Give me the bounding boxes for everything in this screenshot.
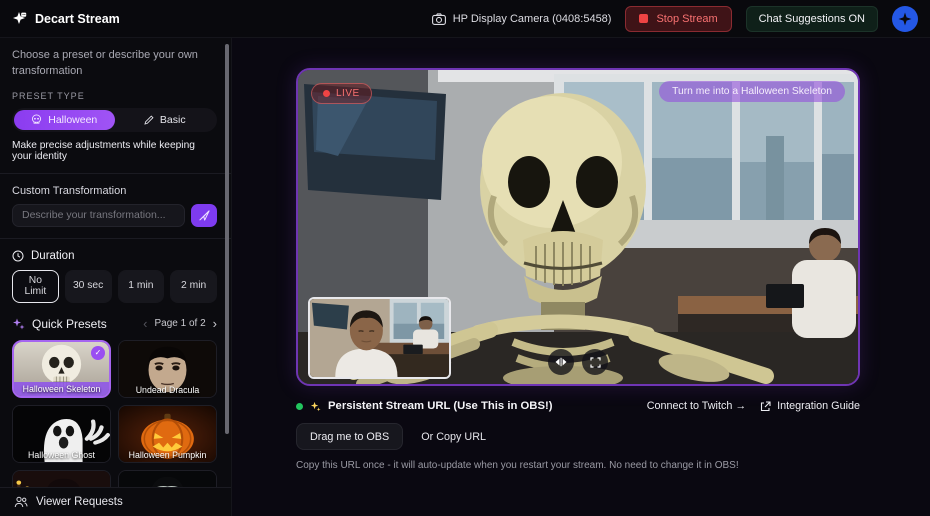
stream-url-section: Persistent Stream URL (Use This in OBS!)… <box>296 400 860 471</box>
live-label: LIVE <box>336 88 360 99</box>
preset-label: Undead Dracula <box>119 383 216 397</box>
live-dot-icon <box>323 90 330 97</box>
halloween-option-label: Halloween <box>48 114 97 126</box>
compare-icon <box>555 357 567 367</box>
divider <box>0 238 231 239</box>
duration-1-min[interactable]: 1 min <box>118 270 165 303</box>
basic-option-label: Basic <box>160 114 186 126</box>
video-player[interactable]: LIVE Turn me into a Halloween Skeleton <box>296 68 860 386</box>
preset-card-halloween-vampire[interactable]: Halloween Vampire <box>12 470 111 487</box>
fullscreen-icon <box>590 357 601 368</box>
stop-icon <box>639 14 648 23</box>
sparkle-icon <box>310 401 321 412</box>
preset-label: Halloween Ghost <box>13 448 110 462</box>
divider <box>0 173 231 174</box>
stream-url-title: Persistent Stream URL (Use This in OBS!) <box>328 400 553 412</box>
pip-video-frame <box>310 299 449 377</box>
top-bar: Decart Stream HP Display Camera (0408:54… <box>0 0 930 38</box>
compare-view-button[interactable] <box>548 349 574 375</box>
duration-no-limit[interactable]: No Limit <box>12 270 59 303</box>
chat-suggestions-label: Chat Suggestions ON <box>759 13 865 25</box>
vampire-thumb <box>13 471 110 487</box>
duration-options: No Limit 30 sec 1 min 2 min <box>12 270 217 303</box>
main-area: LIVE Turn me into a Halloween Skeleton <box>232 38 930 516</box>
sparkle-star-icon <box>897 11 913 27</box>
stream-url-note: Copy this URL once - it will auto-update… <box>296 460 860 471</box>
app-title: Decart Stream <box>35 12 120 26</box>
preset-card-6[interactable] <box>118 470 217 487</box>
preset-label: Halloween Pumpkin <box>119 448 216 462</box>
page-next-chevron[interactable]: › <box>213 317 217 330</box>
preset-type-toggle: Halloween Basic <box>12 108 217 132</box>
quick-presets-label: Quick Presets <box>32 317 107 331</box>
camera-selector[interactable]: HP Display Camera (0408:5458) <box>432 13 612 25</box>
stop-stream-label: Stop Stream <box>656 13 717 25</box>
external-link-icon <box>760 401 771 412</box>
send-transformation-button[interactable] <box>191 204 217 227</box>
send-plane-icon <box>199 210 210 221</box>
preset-type-halloween[interactable]: Halloween <box>14 110 115 130</box>
integration-guide-link[interactable]: Integration Guide <box>760 400 860 412</box>
preset-card-halloween-skeleton[interactable]: ✓ Halloween Skeleton <box>12 340 111 398</box>
skull-icon <box>31 114 42 125</box>
preset-type-hint: Make precise adjustments while keeping y… <box>12 140 217 162</box>
preset-type-basic[interactable]: Basic <box>115 110 216 130</box>
drag-to-obs-button[interactable]: Drag me to OBS <box>296 423 403 450</box>
pagination-label: Page 1 of 2 <box>155 318 206 329</box>
copy-url-link[interactable]: Or Copy URL <box>421 431 486 443</box>
preset-grid: ✓ Halloween Skeleton <box>12 340 217 487</box>
camera-label: HP Display Camera (0408:5458) <box>453 13 612 25</box>
active-prompt-overlay: Turn me into a Halloween Skeleton <box>659 81 845 102</box>
sparkles-icon <box>12 317 25 330</box>
preset-card-halloween-ghost[interactable]: Halloween Ghost <box>12 405 111 463</box>
preset-label: Halloween Skeleton <box>14 382 109 396</box>
fullscreen-button[interactable] <box>582 349 608 375</box>
duration-30-sec[interactable]: 30 sec <box>65 270 112 303</box>
preset-type-label: PRESET TYPE <box>12 91 217 101</box>
duration-label: Duration <box>31 250 74 262</box>
stop-stream-button[interactable]: Stop Stream <box>625 6 731 32</box>
custom-transformation-input[interactable] <box>12 204 185 227</box>
selected-check-icon: ✓ <box>91 346 105 360</box>
people-icon <box>14 496 28 508</box>
sidebar-scrollbar[interactable] <box>225 44 229 434</box>
page-prev-chevron[interactable]: ‹ <box>143 317 147 330</box>
sidebar: Choose a preset or describe your own tra… <box>0 38 232 516</box>
chat-suggestions-toggle[interactable]: Chat Suggestions ON <box>746 6 878 32</box>
original-camera-pip <box>308 297 451 379</box>
preset-card-halloween-pumpkin[interactable]: Halloween Pumpkin <box>118 405 217 463</box>
duration-2-min[interactable]: 2 min <box>170 270 217 303</box>
sidebar-intro-text: Choose a preset or describe your own tra… <box>12 48 217 80</box>
preset-card-undead-dracula[interactable]: Undead Dracula <box>118 340 217 398</box>
camera-icon <box>432 13 446 25</box>
custom-transformation-label: Custom Transformation <box>12 185 217 197</box>
viewer-requests-button[interactable]: Viewer Requests <box>0 487 231 516</box>
online-status-dot <box>296 403 303 410</box>
app-logo: Decart Stream <box>12 11 120 27</box>
decart-logo-icon <box>12 11 28 27</box>
connect-twitch-link[interactable]: Connect to Twitch → <box>647 400 746 412</box>
viewer-requests-label: Viewer Requests <box>36 496 123 508</box>
account-badge-button[interactable] <box>892 6 918 32</box>
clock-icon <box>12 250 24 262</box>
live-badge: LIVE <box>311 83 372 104</box>
pale-face-thumb <box>119 471 216 487</box>
pencil-icon <box>144 115 154 125</box>
